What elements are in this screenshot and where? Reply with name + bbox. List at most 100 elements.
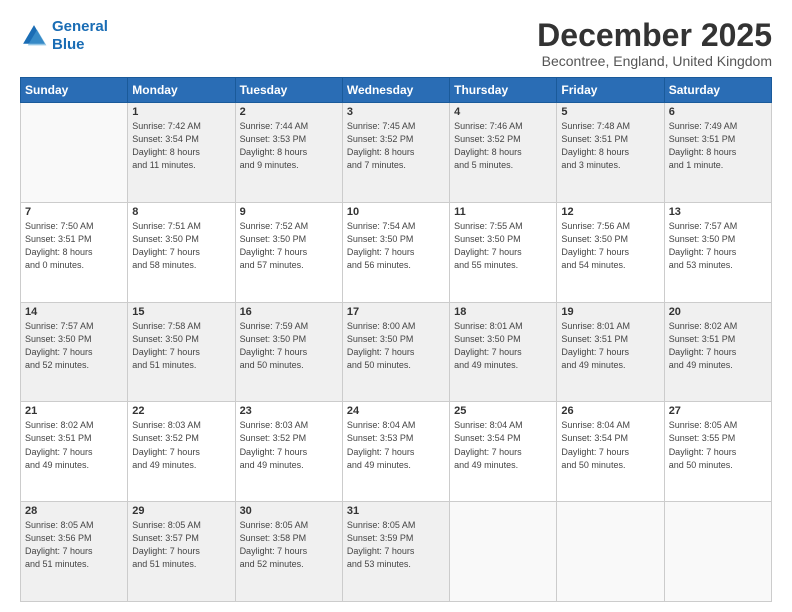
day-info: Sunrise: 7:52 AMSunset: 3:50 PMDaylight:…	[240, 220, 338, 272]
day-number: 11	[454, 206, 552, 218]
day-info: Sunrise: 7:45 AMSunset: 3:52 PMDaylight:…	[347, 120, 445, 172]
day-info: Sunrise: 7:55 AMSunset: 3:50 PMDaylight:…	[454, 220, 552, 272]
day-info: Sunrise: 8:02 AMSunset: 3:51 PMDaylight:…	[25, 419, 123, 471]
table-row: 22Sunrise: 8:03 AMSunset: 3:52 PMDayligh…	[128, 402, 235, 502]
table-row: 2Sunrise: 7:44 AMSunset: 3:53 PMDaylight…	[235, 103, 342, 203]
day-info: Sunrise: 7:48 AMSunset: 3:51 PMDaylight:…	[561, 120, 659, 172]
table-row: 20 Sunrise: 8:02 AMSunset: 3:51 PMDayligh…	[664, 302, 771, 402]
main-title: December 2025	[537, 18, 772, 53]
day-info: Sunrise: 8:03 AMSunset: 3:52 PMDaylight:…	[240, 419, 338, 471]
day-number: 12	[561, 206, 659, 218]
day-number: 19	[561, 306, 659, 318]
page: General Blue December 2025 Becontree, En…	[0, 0, 792, 612]
table-row	[664, 502, 771, 602]
table-row: 5 Sunrise: 7:48 AMSunset: 3:51 PMDaylight…	[557, 103, 664, 203]
day-number: 23	[240, 405, 338, 417]
day-number: 18	[454, 306, 552, 318]
calendar-header-row: Sunday Monday Tuesday Wednesday Thursday…	[21, 78, 772, 103]
day-info: Sunrise: 8:02 AMSunset: 3:51 PMDaylight:…	[669, 320, 767, 372]
day-number: 5	[561, 106, 659, 118]
day-info: Sunrise: 8:05 AMSunset: 3:55 PMDaylight:…	[669, 419, 767, 471]
day-info: Sunrise: 8:00 AMSunset: 3:50 PMDaylight:…	[347, 320, 445, 372]
header: General Blue December 2025 Becontree, En…	[20, 18, 772, 69]
day-info: Sunrise: 8:05 AMSunset: 3:58 PMDaylight:…	[240, 519, 338, 571]
logo-line1: General	[52, 18, 108, 35]
table-row	[557, 502, 664, 602]
day-info: Sunrise: 8:01 AMSunset: 3:51 PMDaylight:…	[561, 320, 659, 372]
day-info: Sunrise: 7:51 AMSunset: 3:50 PMDaylight:…	[132, 220, 230, 272]
logo-line2: Blue	[52, 36, 85, 53]
table-row: 24Sunrise: 8:04 AMSunset: 3:53 PMDayligh…	[342, 402, 449, 502]
day-info: Sunrise: 7:58 AMSunset: 3:50 PMDaylight:…	[132, 320, 230, 372]
table-row: 31Sunrise: 8:05 AMSunset: 3:59 PMDayligh…	[342, 502, 449, 602]
col-monday: Monday	[128, 78, 235, 103]
day-info: Sunrise: 7:57 AMSunset: 3:50 PMDaylight:…	[25, 320, 123, 372]
table-row: 21Sunrise: 8:02 AMSunset: 3:51 PMDayligh…	[21, 402, 128, 502]
day-info: Sunrise: 8:05 AMSunset: 3:56 PMDaylight:…	[25, 519, 123, 571]
day-info: Sunrise: 8:03 AMSunset: 3:52 PMDaylight:…	[132, 419, 230, 471]
table-row: 25 Sunrise: 8:04 AMSunset: 3:54 PMDayligh…	[450, 402, 557, 502]
day-number: 2	[240, 106, 338, 118]
day-number: 30	[240, 505, 338, 517]
day-number: 16	[240, 306, 338, 318]
day-number: 13	[669, 206, 767, 218]
table-row: 11 Sunrise: 7:55 AMSunset: 3:50 PMDayligh…	[450, 202, 557, 302]
day-info: Sunrise: 7:46 AMSunset: 3:52 PMDaylight:…	[454, 120, 552, 172]
col-wednesday: Wednesday	[342, 78, 449, 103]
day-info: Sunrise: 7:54 AMSunset: 3:50 PMDaylight:…	[347, 220, 445, 272]
day-number: 29	[132, 505, 230, 517]
table-row: 23 Sunrise: 8:03 AMSunset: 3:52 PMDayligh…	[235, 402, 342, 502]
table-row: 18 Sunrise: 8:01 AMSunset: 3:50 PMDayligh…	[450, 302, 557, 402]
day-number: 17	[347, 306, 445, 318]
col-tuesday: Tuesday	[235, 78, 342, 103]
day-number: 26	[561, 405, 659, 417]
day-info: Sunrise: 8:05 AMSunset: 3:57 PMDaylight:…	[132, 519, 230, 571]
day-info: Sunrise: 8:04 AMSunset: 3:54 PMDaylight:…	[454, 419, 552, 471]
calendar-week-row: 1 Sunrise: 7:42 AMSunset: 3:54 PMDaylight…	[21, 103, 772, 203]
day-number: 6	[669, 106, 767, 118]
day-info: Sunrise: 7:50 AMSunset: 3:51 PMDaylight:…	[25, 220, 123, 272]
table-row: 12Sunrise: 7:56 AMSunset: 3:50 PMDayligh…	[557, 202, 664, 302]
day-info: Sunrise: 7:42 AMSunset: 3:54 PMDaylight:…	[132, 120, 230, 172]
calendar-week-row: 21Sunrise: 8:02 AMSunset: 3:51 PMDayligh…	[21, 402, 772, 502]
calendar-week-row: 14Sunrise: 7:57 AMSunset: 3:50 PMDayligh…	[21, 302, 772, 402]
day-number: 1	[132, 106, 230, 118]
table-row: 29 Sunrise: 8:05 AMSunset: 3:57 PMDayligh…	[128, 502, 235, 602]
day-number: 7	[25, 206, 123, 218]
table-row	[21, 103, 128, 203]
day-number: 9	[240, 206, 338, 218]
day-info: Sunrise: 8:05 AMSunset: 3:59 PMDaylight:…	[347, 519, 445, 571]
day-number: 20	[669, 306, 767, 318]
table-row: 15Sunrise: 7:58 AMSunset: 3:50 PMDayligh…	[128, 302, 235, 402]
day-number: 24	[347, 405, 445, 417]
day-number: 10	[347, 206, 445, 218]
logo: General Blue	[20, 18, 108, 54]
day-number: 28	[25, 505, 123, 517]
col-sunday: Sunday	[21, 78, 128, 103]
table-row: 30 Sunrise: 8:05 AMSunset: 3:58 PMDayligh…	[235, 502, 342, 602]
table-row: 28 Sunrise: 8:05 AMSunset: 3:56 PMDayligh…	[21, 502, 128, 602]
col-thursday: Thursday	[450, 78, 557, 103]
calendar-week-row: 28 Sunrise: 8:05 AMSunset: 3:56 PMDayligh…	[21, 502, 772, 602]
table-row: 26 Sunrise: 8:04 AMSunset: 3:54 PMDayligh…	[557, 402, 664, 502]
table-row: 3 Sunrise: 7:45 AMSunset: 3:52 PMDaylight…	[342, 103, 449, 203]
day-info: Sunrise: 7:59 AMSunset: 3:50 PMDaylight:…	[240, 320, 338, 372]
table-row: 17 Sunrise: 8:00 AMSunset: 3:50 PMDayligh…	[342, 302, 449, 402]
day-info: Sunrise: 7:57 AMSunset: 3:50 PMDaylight:…	[669, 220, 767, 272]
table-row: 1 Sunrise: 7:42 AMSunset: 3:54 PMDaylight…	[128, 103, 235, 203]
table-row: 19 Sunrise: 8:01 AMSunset: 3:51 PMDayligh…	[557, 302, 664, 402]
subtitle: Becontree, England, United Kingdom	[537, 53, 772, 69]
table-row: 16 Sunrise: 7:59 AMSunset: 3:50 PMDayligh…	[235, 302, 342, 402]
day-number: 4	[454, 106, 552, 118]
day-number: 3	[347, 106, 445, 118]
table-row: 6Sunrise: 7:49 AMSunset: 3:51 PMDaylight…	[664, 103, 771, 203]
table-row: 14Sunrise: 7:57 AMSunset: 3:50 PMDayligh…	[21, 302, 128, 402]
table-row: 13 Sunrise: 7:57 AMSunset: 3:50 PMDayligh…	[664, 202, 771, 302]
table-row: 9 Sunrise: 7:52 AMSunset: 3:50 PMDaylight…	[235, 202, 342, 302]
day-info: Sunrise: 8:01 AMSunset: 3:50 PMDaylight:…	[454, 320, 552, 372]
day-number: 27	[669, 405, 767, 417]
day-info: Sunrise: 8:04 AMSunset: 3:54 PMDaylight:…	[561, 419, 659, 471]
table-row: 27 Sunrise: 8:05 AMSunset: 3:55 PMDayligh…	[664, 402, 771, 502]
day-number: 25	[454, 405, 552, 417]
title-block: December 2025 Becontree, England, United…	[537, 18, 772, 69]
